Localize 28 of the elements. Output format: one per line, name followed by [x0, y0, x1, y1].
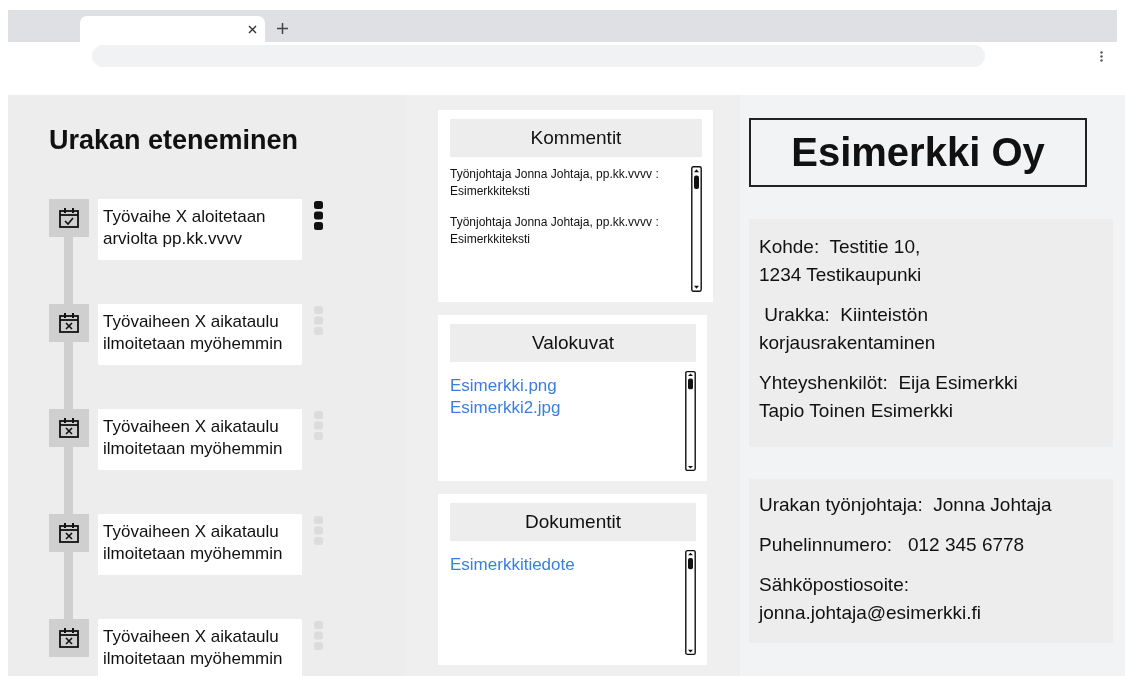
info-text: Kohde: Testitie 10, 1234 Testikaupunki — [759, 235, 923, 287]
more-icon[interactable] — [314, 201, 323, 231]
info-text: Sähköpostiosoite: jonna.johtaja@esimerkki.fi — [759, 573, 983, 625]
plus-icon[interactable] — [277, 23, 288, 34]
file-link[interactable]: Esimerkkitiedote — [450, 554, 575, 576]
close-icon[interactable] — [248, 24, 257, 34]
file-link[interactable]: Esimerkki.png — [450, 375, 557, 397]
menu-icon[interactable] — [1100, 50, 1103, 62]
scrollbar[interactable] — [691, 166, 702, 292]
panel-heading: Dokumentit — [450, 503, 696, 541]
scrollbar[interactable] — [685, 550, 696, 655]
info-text: Puhelinnumero: 012 345 6778 — [759, 533, 1026, 557]
file-link[interactable]: Esimerkki2.jpg — [450, 397, 561, 419]
info-text: Urakka: Kiinteistön korjausrakentaminen — [759, 303, 937, 355]
panel-heading: Kommentit — [450, 119, 702, 157]
company-name: Esimerkki Oy — [749, 118, 1087, 187]
panel-heading: Valokuvat — [450, 324, 696, 362]
section-heading: Urakan eteneminen — [49, 125, 300, 156]
scrollbar[interactable] — [685, 371, 696, 471]
step-text: Työvaiheen X aikataulu ilmoitetaan myöhemmin — [98, 409, 302, 470]
comment-text: Työnjohtaja Jonna Johtaja, pp.kk.vvvv : Esimerkkiteksti — [450, 214, 660, 248]
info-text: Yhteyshenkilöt: Eija Esimerkki Tapio Toinen Esimerkki — [759, 371, 1019, 423]
step-text: Työvaihe X aloitetaan arviolta pp.kk.vvvv — [98, 199, 302, 260]
step-text: Työvaiheen X aikataulu ilmoitetaan myöhemmin — [98, 619, 302, 676]
step-text: Työvaiheen X aikataulu ilmoitetaan myöhemmin — [98, 304, 302, 365]
comment-text: Työnjohtaja Jonna Johtaja, pp.kk.vvvv : Esimerkkiteksti — [450, 166, 660, 200]
info-text: Urakan työnjohtaja: Jonna Johtaja — [759, 493, 1053, 517]
step-text: Työvaiheen X aikataulu ilmoitetaan myöhemmin — [98, 514, 302, 575]
